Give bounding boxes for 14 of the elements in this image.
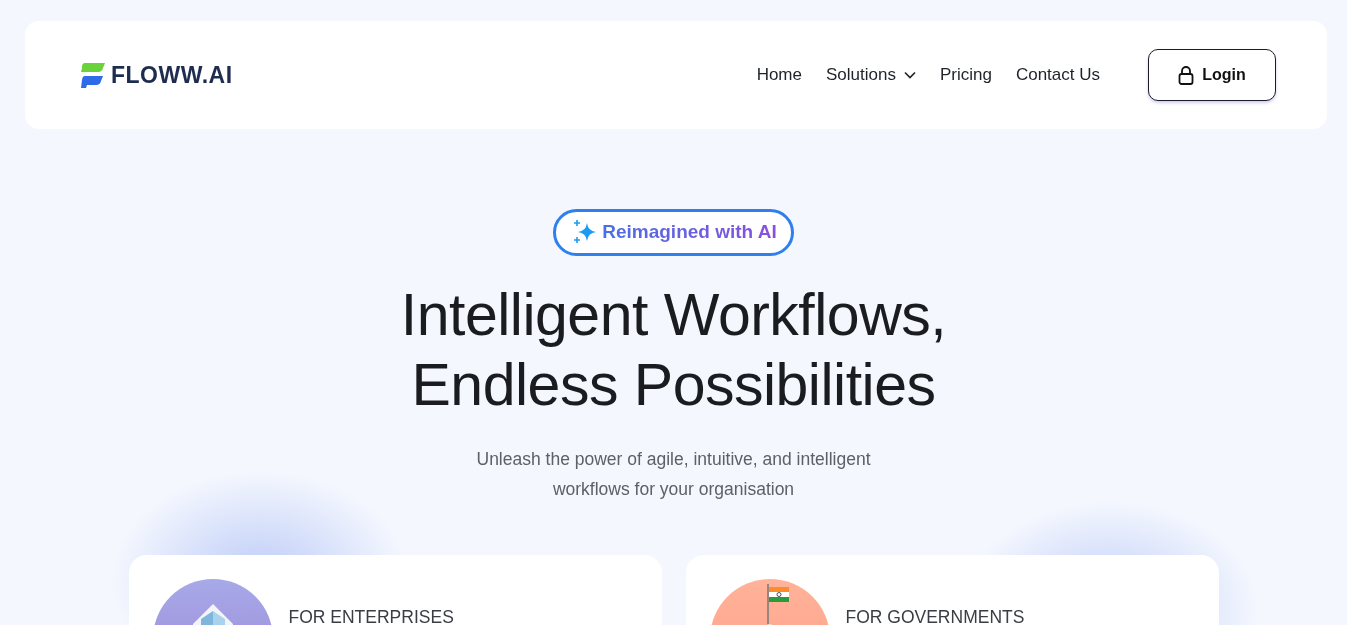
nav-link[interactable]: Contact Us — [1015, 62, 1100, 88]
hero-subtitle: Unleash the power of agile, intuitive, and intelligent workflows for your organisation — [476, 447, 871, 501]
nav-link[interactable]: Solutions — [826, 62, 916, 88]
card-title: FOR ENTERPRISES — [288, 605, 454, 625]
hero-heading: Intelligent Workflows, Endless Possibilities — [400, 280, 947, 420]
logo-icon — [79, 61, 107, 89]
lock-icon — [1178, 65, 1195, 85]
card-title: FOR GOVERNMENTS — [845, 605, 1025, 625]
login-button[interactable]: Login — [1148, 49, 1276, 101]
ai-badge: Reimagined with AI — [553, 209, 794, 256]
nav-link[interactable]: Pricing — [939, 62, 992, 88]
chevron-down-icon — [903, 71, 916, 79]
brand-logo[interactable]: FLOWW.AI — [79, 57, 233, 93]
nav-link[interactable]: Home — [756, 62, 802, 88]
